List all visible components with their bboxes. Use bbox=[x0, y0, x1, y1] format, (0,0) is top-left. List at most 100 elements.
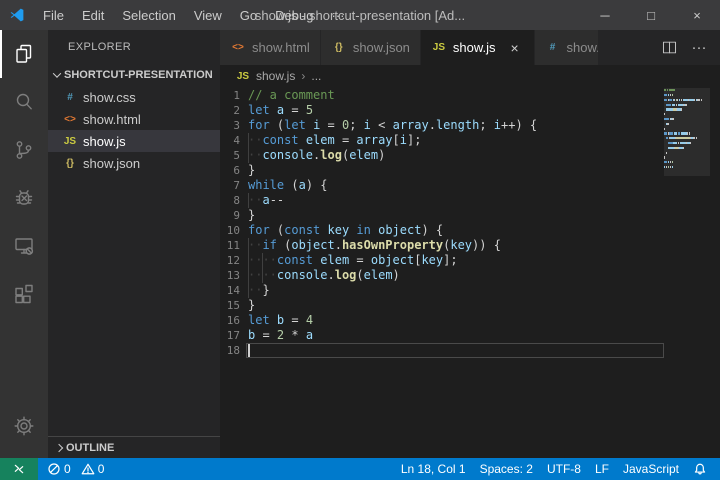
code-line[interactable]: 10for (const key in object) { bbox=[220, 223, 664, 238]
status-eol[interactable]: LF bbox=[590, 462, 614, 476]
code-line[interactable]: 11··if (object.hasOwnProperty(key)) { bbox=[220, 238, 664, 253]
activity-bar bbox=[0, 30, 48, 458]
activitybar-search[interactable] bbox=[0, 78, 48, 126]
folder-section-header[interactable]: SHORTCUT-PRESENTATION bbox=[48, 64, 220, 86]
line-number: 6 bbox=[220, 163, 240, 178]
split-editor-button[interactable] bbox=[656, 39, 682, 56]
html-file-icon: <> bbox=[62, 114, 78, 125]
code-line[interactable]: 6} bbox=[220, 163, 664, 178]
activitybar-extensions[interactable] bbox=[0, 270, 48, 318]
minimize-button[interactable]: ─ bbox=[582, 0, 628, 30]
file-item-show.css[interactable]: #show.css bbox=[48, 86, 220, 108]
remote-explorer-icon bbox=[12, 234, 36, 258]
indent-guide bbox=[248, 283, 249, 298]
line-number: 2 bbox=[220, 103, 240, 118]
code-line[interactable]: 18 bbox=[220, 343, 664, 358]
status-cursor-position[interactable]: Ln 18, Col 1 bbox=[396, 462, 471, 476]
status-errors[interactable]: 0 bbox=[42, 462, 76, 476]
encoding-label: UTF-8 bbox=[547, 462, 581, 476]
status-notifications[interactable] bbox=[688, 462, 712, 476]
line-number: 11 bbox=[220, 238, 240, 253]
html-file-icon: <> bbox=[230, 42, 246, 53]
outline-label: OUTLINE bbox=[66, 442, 114, 454]
status-indentation[interactable]: Spaces: 2 bbox=[475, 462, 538, 476]
minimap[interactable] bbox=[664, 88, 706, 174]
code-line[interactable]: 17b = 2 * a bbox=[220, 328, 664, 343]
code-line[interactable]: 13····console.log(elem) bbox=[220, 268, 664, 283]
status-warnings[interactable]: 0 bbox=[76, 462, 110, 476]
chevron-right-icon bbox=[55, 443, 63, 451]
editor-group: <>show.html{}show.jsonJSshow.js×#show.cs… bbox=[220, 30, 720, 458]
file-item-show.html[interactable]: <> show.html bbox=[48, 108, 220, 130]
code-line[interactable]: 12····const elem = object[key]; bbox=[220, 253, 664, 268]
status-language-mode[interactable]: JavaScript bbox=[618, 462, 684, 476]
more-actions-button[interactable]: ··· bbox=[686, 39, 712, 56]
file-label: show.html bbox=[83, 112, 141, 127]
line-number: 15 bbox=[220, 298, 240, 313]
line-number: 18 bbox=[220, 343, 240, 358]
tab-show.html[interactable]: <> show.html bbox=[220, 30, 321, 65]
code-line[interactable]: 8··a-- bbox=[220, 193, 664, 208]
tab-label: show.css bbox=[567, 40, 599, 55]
tab-show.css[interactable]: #show.css bbox=[535, 30, 599, 65]
code-line[interactable]: 16let b = 4 bbox=[220, 313, 664, 328]
outline-section-header[interactable]: OUTLINE bbox=[48, 436, 220, 458]
tab-show.js[interactable]: JSshow.js× bbox=[421, 30, 535, 65]
indent-guide bbox=[248, 253, 249, 268]
line-number: 13 bbox=[220, 268, 240, 283]
activitybar-remote-explorer[interactable] bbox=[0, 222, 48, 270]
close-button[interactable]: × bbox=[674, 0, 720, 30]
code-line[interactable]: 7while (a) { bbox=[220, 178, 664, 193]
code-line[interactable]: 15} bbox=[220, 298, 664, 313]
menu-view[interactable]: View bbox=[185, 0, 231, 30]
line-number: 16 bbox=[220, 313, 240, 328]
activitybar-settings[interactable] bbox=[0, 402, 48, 450]
eol-label: LF bbox=[595, 462, 609, 476]
code-line[interactable]: 5··console.log(elem) bbox=[220, 148, 664, 163]
code-line[interactable]: 1// a comment bbox=[220, 88, 664, 103]
errors-icon-icon bbox=[47, 462, 61, 476]
code-editor[interactable]: 1// a comment2let a = 53for (let i = 0; … bbox=[220, 87, 720, 458]
minimap-slider[interactable] bbox=[664, 88, 710, 176]
json-file-icon: {} bbox=[331, 42, 347, 53]
breadcrumb: JS show.js › ... bbox=[220, 65, 720, 87]
line-number: 4 bbox=[220, 133, 240, 148]
indent-guide bbox=[248, 133, 249, 148]
file-label: show.css bbox=[83, 90, 136, 105]
code-line[interactable]: 2let a = 5 bbox=[220, 103, 664, 118]
file-item-show.json[interactable]: {}show.json bbox=[48, 152, 220, 174]
file-list: #show.css <> show.html JSshow.js{}show.json bbox=[48, 86, 220, 174]
status-right: Ln 18, Col 1 Spaces: 2 UTF-8 LF JavaScript bbox=[396, 462, 720, 476]
code-line[interactable]: 3for (let i = 0; i < array.length; i++) … bbox=[220, 118, 664, 133]
maximize-button[interactable]: □ bbox=[628, 0, 674, 30]
js-file-icon: JS bbox=[62, 136, 78, 147]
line-number: 12 bbox=[220, 253, 240, 268]
activitybar-source-control[interactable] bbox=[0, 126, 48, 174]
settings-icon bbox=[12, 414, 36, 438]
tab-label: show.html bbox=[252, 40, 310, 55]
breadcrumb-file[interactable]: show.js bbox=[256, 69, 295, 83]
warnings-icon-icon bbox=[81, 462, 95, 476]
window-title: show.js - shortcut-presentation [Ad... bbox=[255, 8, 465, 23]
editor-actions: ··· bbox=[656, 30, 720, 65]
bell-icon-icon bbox=[693, 462, 707, 476]
menu-edit[interactable]: Edit bbox=[73, 0, 113, 30]
breadcrumb-more[interactable]: ... bbox=[311, 69, 321, 83]
js-file-icon: JS bbox=[431, 42, 447, 53]
remote-indicator[interactable] bbox=[0, 458, 38, 480]
status-encoding[interactable]: UTF-8 bbox=[542, 462, 586, 476]
source-control-icon bbox=[12, 138, 36, 162]
tab-show.json[interactable]: {}show.json bbox=[321, 30, 421, 65]
activitybar-explorer[interactable] bbox=[0, 30, 48, 78]
activitybar-debug[interactable] bbox=[0, 174, 48, 222]
menu-file[interactable]: File bbox=[34, 0, 73, 30]
extensions-icon bbox=[12, 282, 36, 306]
code-line[interactable]: 14··} bbox=[220, 283, 664, 298]
line-number: 10 bbox=[220, 223, 240, 238]
sidebar-title: EXPLORER bbox=[48, 30, 220, 64]
code-line[interactable]: 9} bbox=[220, 208, 664, 223]
menu-selection[interactable]: Selection bbox=[113, 0, 184, 30]
file-item-show.js[interactable]: JSshow.js bbox=[48, 130, 220, 152]
code-line[interactable]: 4··const elem = array[i]; bbox=[220, 133, 664, 148]
close-icon[interactable]: × bbox=[506, 40, 524, 56]
